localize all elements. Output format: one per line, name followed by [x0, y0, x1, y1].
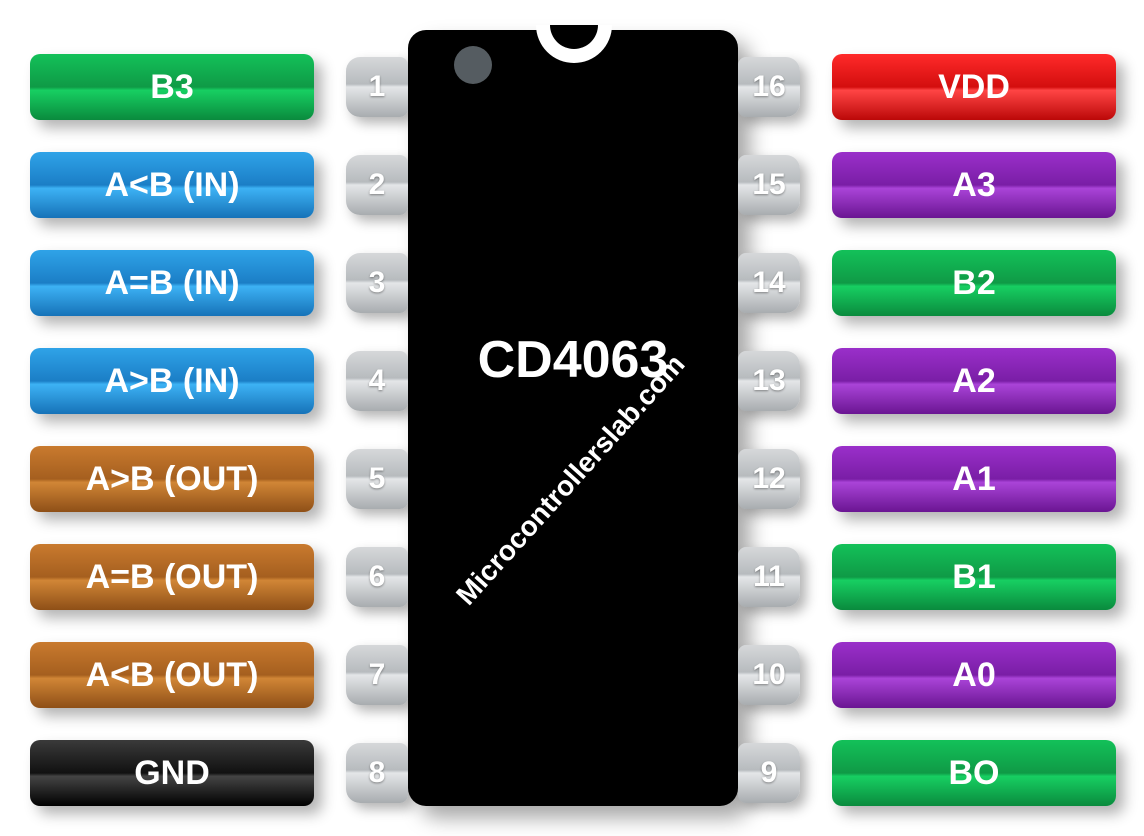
pin-1-label: B3 [30, 54, 314, 120]
pin-16-lead: 16 [738, 57, 800, 117]
pin-12-label: A1 [832, 446, 1116, 512]
pin-4-label: A>B (IN) [30, 348, 314, 414]
pin-7-lead: 7 [346, 645, 408, 705]
pin-12-lead: 12 [738, 449, 800, 509]
pin-14-lead: 14 [738, 253, 800, 313]
pin-15-label: A3 [832, 152, 1116, 218]
pin-11-lead: 11 [738, 547, 800, 607]
pin-14-label: B2 [832, 250, 1116, 316]
pin-3-lead: 3 [346, 253, 408, 313]
pin-5-label: A>B (OUT) [30, 446, 314, 512]
pin-11-label: B1 [832, 544, 1116, 610]
pin-13-lead: 13 [738, 351, 800, 411]
pin-1-lead: 1 [346, 57, 408, 117]
pin-15-lead: 15 [738, 155, 800, 215]
pin-16-label: VDD [832, 54, 1116, 120]
pin-10-lead: 10 [738, 645, 800, 705]
pin-10-label: A0 [832, 642, 1116, 708]
chip-body [408, 30, 738, 806]
pin-2-lead: 2 [346, 155, 408, 215]
pin-13-label: A2 [832, 348, 1116, 414]
pin-5-lead: 5 [346, 449, 408, 509]
chip-pin1-dot [454, 46, 492, 84]
pin-9-lead: 9 [738, 743, 800, 803]
pin-6-label: A=B (OUT) [30, 544, 314, 610]
pin-4-lead: 4 [346, 351, 408, 411]
pin-8-lead: 8 [346, 743, 408, 803]
pin-7-label: A<B (OUT) [30, 642, 314, 708]
pin-9-label: BO [832, 740, 1116, 806]
chip-name: CD4063 [408, 330, 738, 390]
pin-8-label: GND [30, 740, 314, 806]
pin-6-lead: 6 [346, 547, 408, 607]
pin-3-label: A=B (IN) [30, 250, 314, 316]
pin-2-label: A<B (IN) [30, 152, 314, 218]
